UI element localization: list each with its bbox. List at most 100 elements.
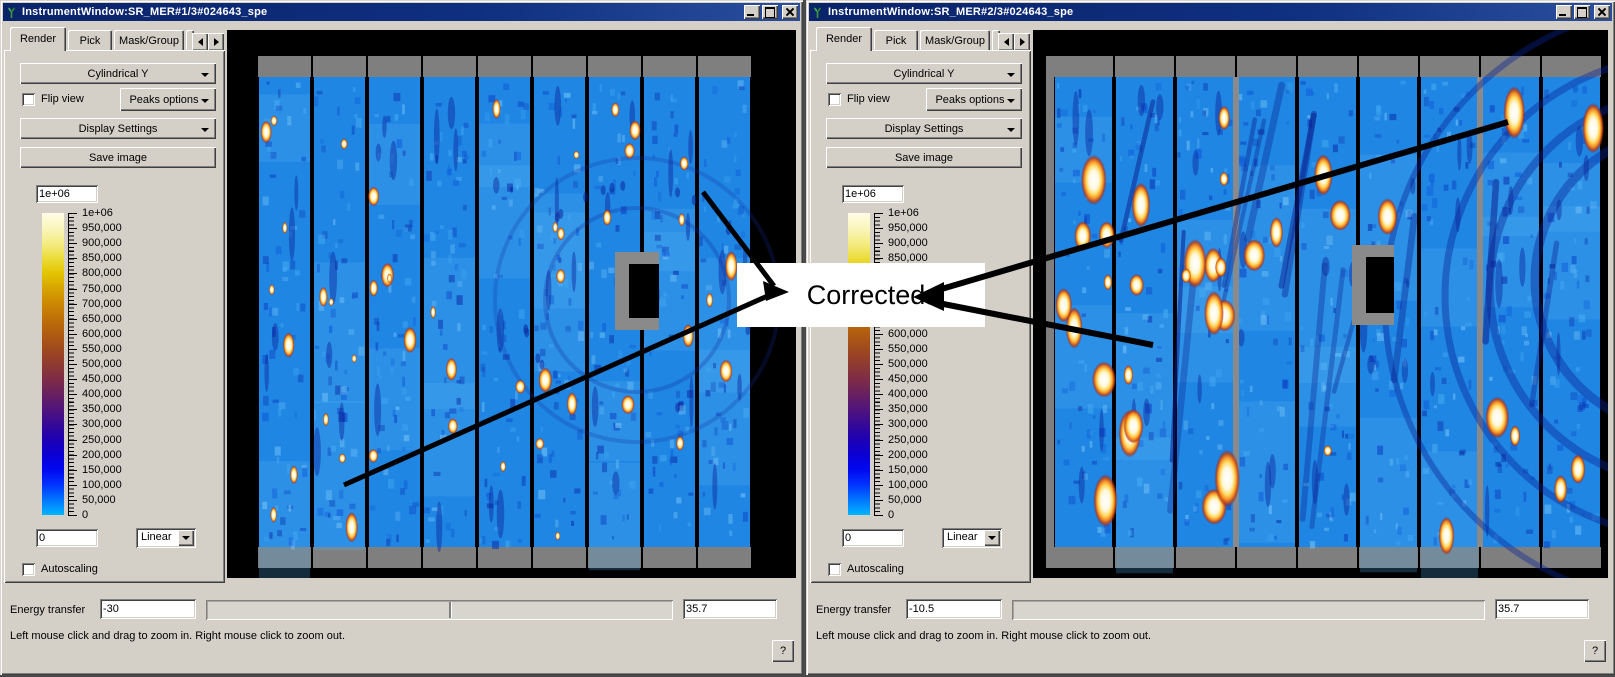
scale-min-input[interactable] — [842, 529, 904, 547]
colorbar-tick-label: 500,000 — [888, 358, 928, 370]
colorbar-tick-label: 600,000 — [82, 328, 122, 340]
colorbar-tick-label: 400,000 — [888, 388, 928, 400]
colorbar-tick — [68, 334, 77, 335]
colorbar-tick-label: 250,000 — [82, 434, 122, 446]
colorbar-tick — [68, 228, 77, 229]
tab-mask-group[interactable]: Mask/Group — [920, 30, 990, 51]
energy-slider[interactable] — [1012, 600, 1485, 620]
window-titlebar[interactable]: InstrumentWindow:SR_MER#1/3#024643_spe — [3, 3, 800, 21]
minimize-icon[interactable] — [744, 5, 760, 19]
colorbar-tick — [874, 243, 883, 244]
autoscaling-checkbox[interactable] — [22, 563, 35, 576]
help-button[interactable]: ? — [772, 640, 794, 662]
window-title: InstrumentWindow:SR_MER#2/3#024643_spe — [828, 6, 1073, 18]
energy-slider-handle[interactable] — [449, 602, 451, 618]
display-settings-dropdown[interactable]: Display Settings — [20, 118, 216, 139]
save-image-button[interactable]: Save image — [20, 147, 216, 168]
peaks-options-dropdown[interactable]: Peaks options — [120, 88, 216, 111]
colorbar-tick — [68, 409, 77, 410]
scale-type-combo[interactable]: Linear — [136, 528, 196, 548]
colorbar-tick-label: 750,000 — [82, 283, 122, 295]
colorbar-tick — [68, 213, 77, 214]
projection-dropdown[interactable]: Cylindrical Y — [826, 63, 1022, 84]
detector-image — [227, 30, 796, 578]
window-titlebar[interactable]: InstrumentWindow:SR_MER#2/3#024643_spe — [809, 3, 1612, 21]
autoscaling-checkbox[interactable] — [828, 563, 841, 576]
display-settings-dropdown[interactable]: Display Settings — [826, 118, 1022, 139]
colorbar-tick-label: 0 — [82, 509, 88, 521]
colorbar-tick — [68, 515, 77, 516]
colorbar-tick — [68, 440, 77, 441]
maximize-icon[interactable] — [762, 5, 778, 19]
instrument-render-view[interactable] — [1033, 30, 1608, 578]
colorbar-tick — [68, 273, 77, 274]
tab-mask-group[interactable]: Mask/Group — [114, 30, 184, 51]
colorbar-tick-label: 850,000 — [82, 252, 122, 264]
colorbar-tick-label: 1e+06 — [82, 207, 113, 219]
energy-transfer-label: Energy transfer — [10, 604, 85, 616]
colorbar-tick-label: 950,000 — [888, 222, 928, 234]
colorbar-tick — [874, 228, 883, 229]
autoscaling-label: Autoscaling — [847, 563, 904, 575]
scale-type-combo[interactable]: Linear — [942, 528, 1002, 548]
energy-min-input[interactable] — [100, 599, 196, 619]
colorbar-gradient — [848, 213, 870, 515]
flip-view-checkbox[interactable] — [22, 93, 35, 106]
scale-max-input[interactable] — [842, 185, 904, 203]
colorbar[interactable]: 1e+06950,000900,000850,000800,000750,000… — [40, 213, 190, 529]
colorbar[interactable]: 1e+06950,000900,000850,000800,000750,000… — [846, 213, 996, 529]
colorbar-tick — [68, 364, 77, 365]
colorbar-tick-label: 500,000 — [82, 358, 122, 370]
energy-slider[interactable] — [206, 600, 673, 620]
close-icon[interactable] — [1594, 5, 1610, 19]
energy-max-input[interactable] — [1495, 599, 1589, 619]
colorbar-tick — [874, 334, 883, 335]
colorbar-tick — [874, 485, 883, 486]
flip-view-checkbox[interactable] — [828, 93, 841, 106]
colorbar-tick-label: 700,000 — [82, 298, 122, 310]
instrument-render-view[interactable] — [227, 30, 796, 578]
colorbar-tick — [874, 409, 883, 410]
colorbar-tick-label: 300,000 — [888, 418, 928, 430]
colorbar-tick-label: 200,000 — [888, 449, 928, 461]
energy-max-input[interactable] — [683, 599, 777, 619]
energy-min-input[interactable] — [906, 599, 1002, 619]
colorbar-tick — [874, 379, 883, 380]
peaks-options-dropdown[interactable]: Peaks options — [926, 88, 1022, 111]
scale-min-input[interactable] — [36, 529, 98, 547]
colorbar-tick-label: 550,000 — [82, 343, 122, 355]
close-icon[interactable] — [782, 5, 798, 19]
colorbar-tick-label: 250,000 — [888, 434, 928, 446]
arrow-right-icon[interactable] — [1014, 33, 1030, 51]
colorbar-tick-label: 900,000 — [82, 237, 122, 249]
chevron-down-icon — [201, 73, 209, 77]
tab-render[interactable]: Render — [10, 27, 66, 51]
autoscaling-label: Autoscaling — [41, 563, 98, 575]
arrow-right-icon[interactable] — [208, 33, 224, 51]
minimize-icon[interactable] — [1556, 5, 1572, 19]
projection-dropdown[interactable]: Cylindrical Y — [20, 63, 216, 84]
colorbar-tick — [68, 500, 77, 501]
colorbar-tick — [68, 424, 77, 425]
colorbar-tick — [68, 289, 77, 290]
window-title: InstrumentWindow:SR_MER#1/3#024643_spe — [22, 6, 267, 18]
arrow-left-icon[interactable] — [192, 33, 208, 51]
scale-max-input[interactable] — [36, 185, 98, 203]
tab-pick[interactable]: Pick — [874, 30, 918, 51]
colorbar-axis: 1e+06950,000900,000850,000800,000750,000… — [874, 213, 994, 515]
help-button[interactable]: ? — [1584, 640, 1606, 662]
colorbar-tick — [68, 304, 77, 305]
tab-render[interactable]: Render — [816, 27, 872, 51]
colorbar-tick — [874, 470, 883, 471]
tab-pick[interactable]: Pick — [68, 30, 112, 51]
colorbar-tick — [68, 470, 77, 471]
colorbar-tick — [874, 455, 883, 456]
arrow-left-icon[interactable] — [998, 33, 1014, 51]
mantid-plant-icon — [5, 6, 18, 19]
status-bar-text: Left mouse click and drag to zoom in. Ri… — [10, 630, 345, 642]
colorbar-tick — [68, 258, 77, 259]
colorbar-tick-label: 300,000 — [82, 418, 122, 430]
maximize-icon[interactable] — [1574, 5, 1590, 19]
save-image-button[interactable]: Save image — [826, 147, 1022, 168]
colorbar-tick — [874, 515, 883, 516]
